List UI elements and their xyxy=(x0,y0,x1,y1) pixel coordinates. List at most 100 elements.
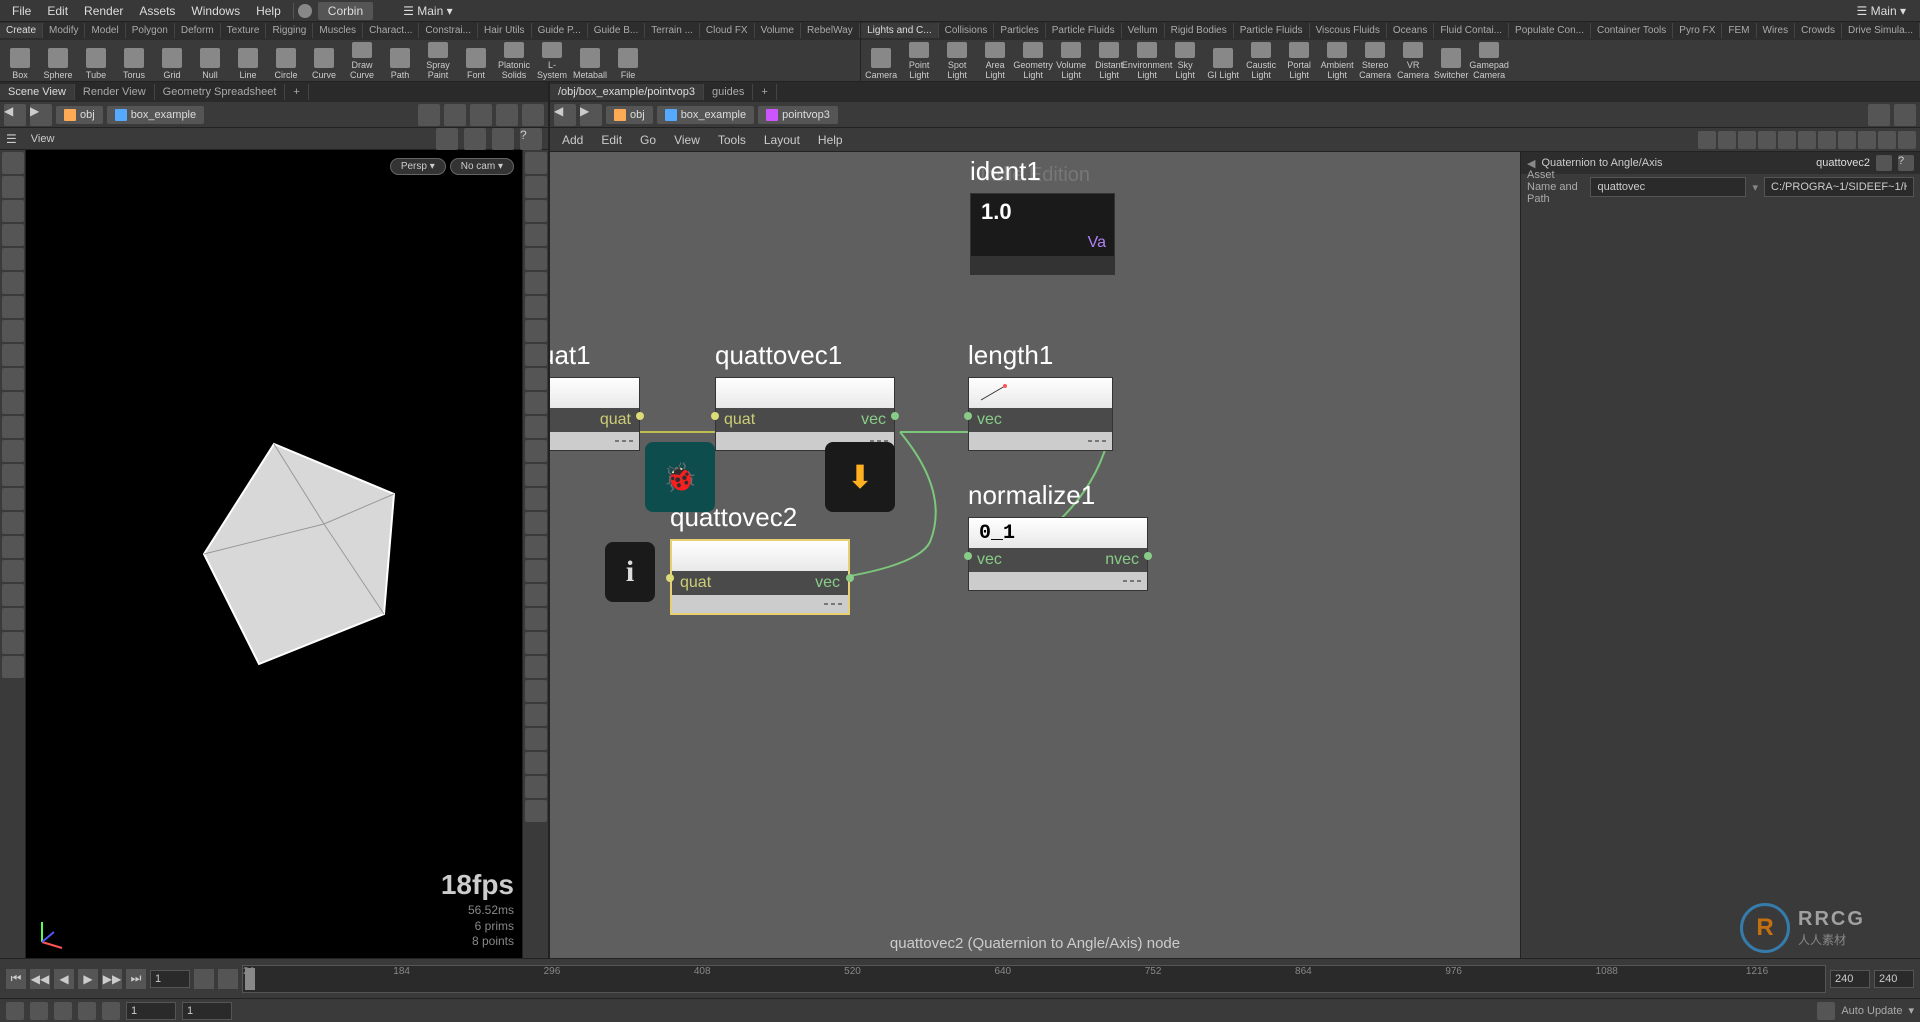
play-icon[interactable]: ▶ xyxy=(78,969,98,989)
tool-skylight[interactable]: Sky Light xyxy=(1167,42,1203,80)
shelf-tab-pyrofx[interactable]: Pyro FX xyxy=(1673,23,1722,38)
nm-icon-5[interactable] xyxy=(1778,131,1796,149)
vp-right-tool-19[interactable] xyxy=(525,608,547,630)
update-mode[interactable]: Auto Update xyxy=(1841,1005,1902,1017)
shelf-tab-viscousfluids[interactable]: Viscous Fluids xyxy=(1310,23,1387,38)
vp-right-tool-0[interactable] xyxy=(525,152,547,174)
user-chip[interactable]: Corbin xyxy=(318,2,373,20)
nm-icon-6[interactable] xyxy=(1798,131,1816,149)
nm-icon-7[interactable] xyxy=(1818,131,1836,149)
nm-tools[interactable]: Tools xyxy=(710,131,754,149)
net-path-box[interactable]: box_example xyxy=(657,106,754,124)
range-end-input[interactable] xyxy=(1874,970,1914,988)
tool-font[interactable]: Font xyxy=(458,42,494,80)
nm-icon-8[interactable] xyxy=(1838,131,1856,149)
zoom-in-icon[interactable] xyxy=(1878,131,1896,149)
opt3-icon[interactable] xyxy=(522,104,544,126)
nm-go[interactable]: Go xyxy=(632,131,664,149)
camera-selector[interactable]: No cam ▾ xyxy=(450,158,514,175)
take-icon[interactable] xyxy=(102,1002,120,1020)
view-menu-icon[interactable]: ☰ xyxy=(6,132,17,146)
vp-left-tool-7[interactable] xyxy=(2,320,24,342)
vp-left-tool-18[interactable] xyxy=(2,584,24,606)
nm-icon-4[interactable] xyxy=(1758,131,1776,149)
port-in[interactable] xyxy=(711,412,719,420)
vp-left-tool-16[interactable] xyxy=(2,536,24,558)
tool-lsystem[interactable]: L-System xyxy=(534,42,570,80)
vp-left-tool-19[interactable] xyxy=(2,608,24,630)
tab-guides[interactable]: guides xyxy=(704,84,753,100)
shelf-tab-rigging[interactable]: Rigging xyxy=(266,23,313,38)
shelf-tab-fem[interactable]: FEM xyxy=(1722,23,1756,38)
tool-grid[interactable]: Grid xyxy=(154,42,190,80)
shelf-tab-populatecon[interactable]: Populate Con... xyxy=(1509,23,1591,38)
tool-curve[interactable]: Curve xyxy=(306,42,342,80)
tool-gilight[interactable]: GI Light xyxy=(1205,42,1241,80)
node-ident1[interactable]: ident1 1.0 Va xyxy=(970,156,1115,275)
vp-right-tool-23[interactable] xyxy=(525,704,547,726)
tab-add[interactable]: + xyxy=(285,84,308,100)
shelf-tab-rigidbodies[interactable]: Rigid Bodies xyxy=(1165,23,1234,38)
vp-right-tool-20[interactable] xyxy=(525,632,547,654)
shelf-tab-terrain[interactable]: Terrain ... xyxy=(645,23,700,38)
port-out[interactable] xyxy=(636,412,644,420)
vp-right-tool-25[interactable] xyxy=(525,752,547,774)
menu-assets[interactable]: Assets xyxy=(131,2,183,20)
loop-icon[interactable] xyxy=(218,969,238,989)
vp-left-tool-9[interactable] xyxy=(2,368,24,390)
vp-right-tool-9[interactable] xyxy=(525,368,547,390)
menu-render[interactable]: Render xyxy=(76,2,131,20)
vp-right-tool-18[interactable] xyxy=(525,584,547,606)
vp-left-tool-11[interactable] xyxy=(2,416,24,438)
vp-left-tool-12[interactable] xyxy=(2,440,24,462)
globe-icon[interactable] xyxy=(444,104,466,126)
shelf-tab-lightsandc[interactable]: Lights and C... xyxy=(861,23,938,38)
tool-spotlight[interactable]: Spot Light xyxy=(939,42,975,80)
nm-icon-3[interactable] xyxy=(1738,131,1756,149)
tool-pointlight[interactable]: Point Light xyxy=(901,42,937,80)
tool-portallight[interactable]: Portal Light xyxy=(1281,42,1317,80)
shelf-tab-texture[interactable]: Texture xyxy=(221,23,267,38)
gear-icon[interactable] xyxy=(1876,155,1892,171)
node-length1[interactable]: length1 vec xyxy=(968,340,1113,451)
node-quattovec1[interactable]: quattovec1 quatvec xyxy=(715,340,895,451)
desktop-selector-right[interactable]: ☰ Main ▾ xyxy=(1847,2,1916,20)
vp-left-tool-17[interactable] xyxy=(2,560,24,582)
tab-scene-view[interactable]: Scene View xyxy=(0,84,75,100)
vp-left-tool-8[interactable] xyxy=(2,344,24,366)
vp-right-tool-27[interactable] xyxy=(525,800,547,822)
vp-right-tool-12[interactable] xyxy=(525,440,547,462)
vp-left-tool-2[interactable] xyxy=(2,200,24,222)
end-frame-input[interactable] xyxy=(1830,970,1870,988)
shelf-tab-volume[interactable]: Volume xyxy=(755,23,801,38)
shelf-tab-model[interactable]: Model xyxy=(85,23,125,38)
tool-arealight[interactable]: Area Light xyxy=(977,42,1013,80)
persp-selector[interactable]: Persp ▾ xyxy=(390,158,446,175)
tool-vrcamera[interactable]: VR Camera xyxy=(1395,42,1431,80)
tool-torus[interactable]: Torus xyxy=(116,42,152,80)
vp-left-tool-13[interactable] xyxy=(2,464,24,486)
network-canvas[interactable]: Indie Edition ident1 1.0 Va xyxy=(550,152,1520,958)
port-in[interactable] xyxy=(964,552,972,560)
nm-icon-2[interactable] xyxy=(1718,131,1736,149)
node-quattovec2[interactable]: quattovec2 quatvec xyxy=(670,502,850,615)
vp-right-tool-7[interactable] xyxy=(525,320,547,342)
opt2-icon[interactable] xyxy=(496,104,518,126)
shelf-tab-cloudfx[interactable]: Cloud FX xyxy=(700,23,755,38)
tool-sphere[interactable]: Sphere xyxy=(40,42,76,80)
vp-left-tool-4[interactable] xyxy=(2,248,24,270)
tool-stereocamera[interactable]: Stereo Camera xyxy=(1357,42,1393,80)
shelf-tab-particles[interactable]: Particles xyxy=(994,23,1045,38)
shelf-tab-constrai[interactable]: Constrai... xyxy=(419,23,478,38)
shelf-tab-muscles[interactable]: Muscles xyxy=(313,23,363,38)
realtime-icon[interactable] xyxy=(194,969,214,989)
net-path-obj[interactable]: obj xyxy=(606,106,653,124)
shelf-tab-polygon[interactable]: Polygon xyxy=(126,23,175,38)
port-out[interactable] xyxy=(891,412,899,420)
tool-ambientlight[interactable]: Ambient Light xyxy=(1319,42,1355,80)
shelf-tab-charact[interactable]: Charact... xyxy=(363,23,419,38)
vp-right-tool-5[interactable] xyxy=(525,272,547,294)
tab-geo-spreadsheet[interactable]: Geometry Spreadsheet xyxy=(155,84,286,100)
tool-metaball[interactable]: Metaball xyxy=(572,42,608,80)
shelf-tab-hairutils[interactable]: Hair Utils xyxy=(478,23,532,38)
